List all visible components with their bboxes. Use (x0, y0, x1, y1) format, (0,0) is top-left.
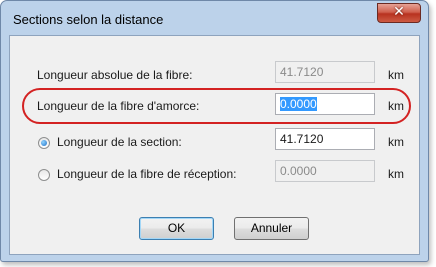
close-icon: ✕ (393, 4, 405, 20)
section-length-unit: km (388, 135, 404, 149)
absolute-length-unit: km (388, 68, 404, 82)
highlight-annotation (22, 88, 411, 124)
cancel-button[interactable]: Annuler (234, 217, 309, 240)
receive-fiber-field: 0.0000 (275, 160, 375, 182)
ok-button[interactable]: OK (139, 217, 214, 240)
dialog-client-area: Longueur absolue de la fibre: 41.7120 km… (9, 35, 420, 255)
dialog-title: Sections selon la distance (13, 12, 164, 27)
receive-fiber-label[interactable]: Longueur de la fibre de réception: (57, 167, 236, 181)
section-length-input[interactable]: 41.7120 (275, 128, 375, 150)
section-length-label[interactable]: Longueur de la section: (57, 135, 182, 149)
receive-fiber-unit: km (388, 167, 404, 181)
receive-fiber-radio[interactable] (38, 169, 50, 181)
section-length-radio[interactable] (38, 137, 50, 149)
absolute-length-label: Longueur absolue de la fibre: (37, 68, 193, 82)
close-button[interactable]: ✕ (377, 3, 421, 23)
dialog-window: Sections selon la distance ✕ Longueur ab… (0, 0, 429, 262)
absolute-length-field: 41.7120 (275, 61, 375, 83)
title-bar[interactable]: Sections selon la distance ✕ (1, 1, 428, 35)
